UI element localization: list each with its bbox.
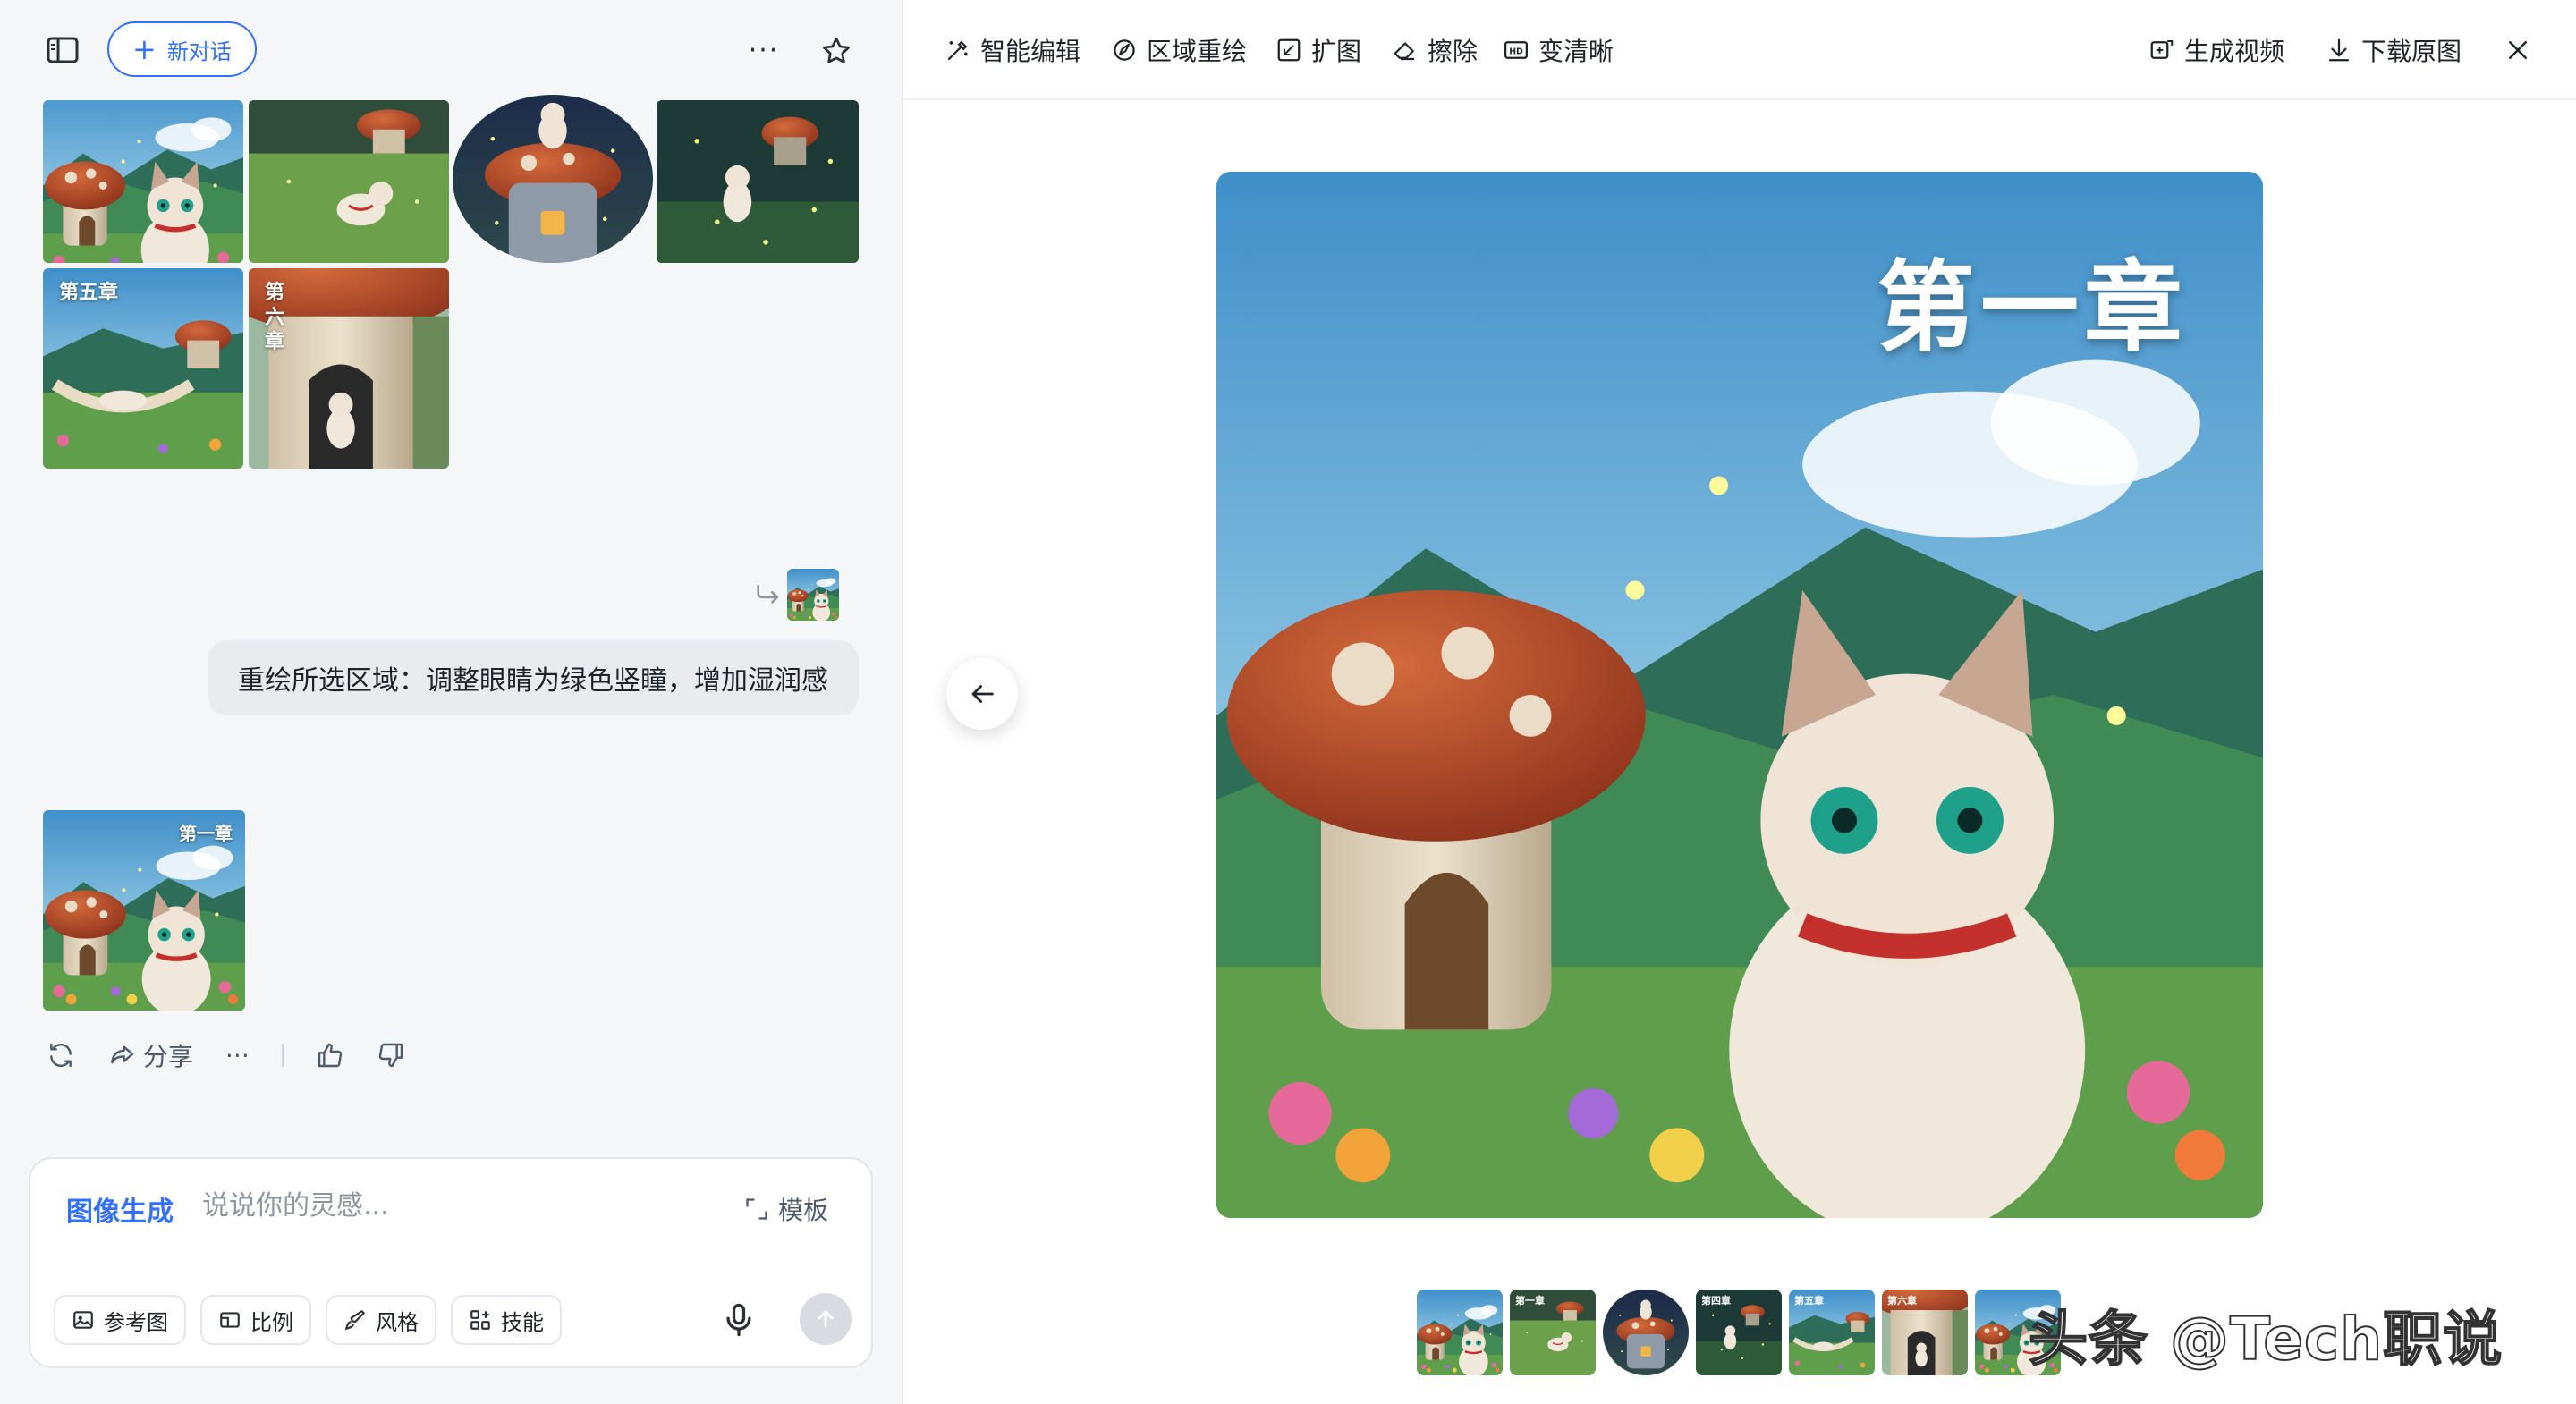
chapter-label: 第六章 [265,282,285,353]
microphone-icon[interactable] [719,1300,758,1340]
send-button[interactable] [800,1293,852,1345]
eraser-icon [1394,42,1414,61]
divider [281,1044,284,1067]
reference-image-thumbnail[interactable] [787,569,839,621]
video-icon [2150,40,2174,59]
gallery-image-1[interactable] [43,100,243,263]
thumbnail[interactable]: 第五章 [1789,1290,1875,1375]
prompt-input[interactable] [202,1186,703,1225]
thumbs-down-icon[interactable] [377,1041,405,1070]
magic-wand-icon [947,40,968,61]
gallery-image-2[interactable] [249,100,449,263]
expand-icon [1277,38,1301,62]
chapter-label: 第一章 [179,823,233,844]
thumbnail[interactable] [1603,1290,1689,1375]
expand-corners-icon [746,1198,767,1220]
share-icon [111,1045,134,1064]
gallery-image-6[interactable]: 第六章 [249,268,449,469]
thumbnail[interactable]: 第四章 [1696,1290,1782,1375]
thumbnail[interactable]: 第一章 [1510,1290,1596,1375]
template-label: 模板 [777,1196,828,1225]
image-icon [73,1311,93,1329]
svg-text:HD: HD [1509,47,1523,56]
share-button[interactable]: 分享 [107,1037,193,1073]
mode-label[interactable]: 图像生成 [66,1189,174,1229]
style-chip[interactable]: 风格 [326,1295,436,1345]
thumbnail[interactable] [1417,1290,1503,1375]
plus-icon: + [132,32,157,66]
thumbnail-strip: 第一章 第四章 第五章 第六章 [1417,1290,2061,1375]
enhance-button[interactable]: HD 变清晰 [1503,32,1614,68]
more-options-button[interactable]: ··· [739,32,789,68]
gallery-image-4[interactable] [657,100,859,263]
smart-edit-button[interactable]: 智能编辑 [945,32,1080,68]
star-icon[interactable] [814,29,859,73]
ratio-chip[interactable]: 比例 [200,1295,311,1345]
result-image[interactable]: 第一章 [43,810,245,1011]
previous-image-button[interactable] [946,658,1018,730]
chat-panel: + 新对话 ··· 第五章 第六章 重绘所选区域：调整眼睛为绿色竖瞳，增加湿润感… [0,0,902,1404]
reply-arrow-icon [753,579,784,610]
new-chat-button[interactable]: + 新对话 [107,21,257,77]
watermark: 头条 @Tech职说 [2028,1304,2504,1374]
arrow-up-icon [818,1310,834,1328]
composer: 图像生成 模板 参考图 比例 风格 技能 [29,1157,873,1368]
gallery-image-3[interactable] [453,95,653,263]
chapter-label: 第五章 [59,282,119,304]
close-icon[interactable] [2504,32,2531,68]
composer-chips: 参考图 比例 风格 技能 [54,1295,562,1345]
expand-image-button[interactable]: 扩图 [1275,32,1361,68]
erase-button[interactable]: 擦除 [1392,32,1478,68]
generate-video-button[interactable]: 生成视频 [2148,32,2284,68]
regenerate-icon[interactable] [47,1041,75,1070]
thumbnail[interactable]: 第六章 [1882,1290,1968,1375]
arrow-left-icon [971,685,994,703]
download-icon [2328,38,2350,62]
user-message-bubble: 重绘所选区域：调整眼睛为绿色竖瞳，增加湿润感 [208,640,859,715]
skill-chip[interactable]: 技能 [451,1295,562,1345]
region-repaint-button[interactable]: 区域重绘 [1111,32,1247,68]
hd-icon: HD [1504,41,1528,59]
chapter-title: 第一章 [1877,250,2188,365]
reference-image-chip[interactable]: 参考图 [54,1295,186,1345]
brush-icon [344,1310,365,1331]
message-actions: 分享 ··· [47,1034,405,1077]
main-preview-image: 第一章 [1216,172,2263,1218]
grid-icon [470,1310,490,1330]
download-original-button[interactable]: 下载原图 [2326,32,2462,68]
new-chat-label: 新对话 [166,38,232,64]
sidebar-toggle-icon[interactable] [39,32,86,68]
more-actions-button[interactable]: ··· [225,1041,250,1070]
repaint-icon [1114,39,1135,61]
chat-header: + 新对话 ··· [0,0,902,100]
image-viewer: 智能编辑 区域重绘 扩图 擦除 HD 变清晰 生成视频 下载原图 第一章 第一章… [902,0,2576,1404]
share-label: 分享 [143,1042,194,1071]
aspect-ratio-icon [220,1312,240,1328]
gallery-image-5[interactable]: 第五章 [43,268,243,469]
image-toolbar: 智能编辑 区域重绘 扩图 擦除 HD 变清晰 生成视频 下载原图 [903,0,2576,100]
thumbs-up-icon[interactable] [316,1041,344,1070]
template-button[interactable]: 模板 [744,1191,828,1227]
